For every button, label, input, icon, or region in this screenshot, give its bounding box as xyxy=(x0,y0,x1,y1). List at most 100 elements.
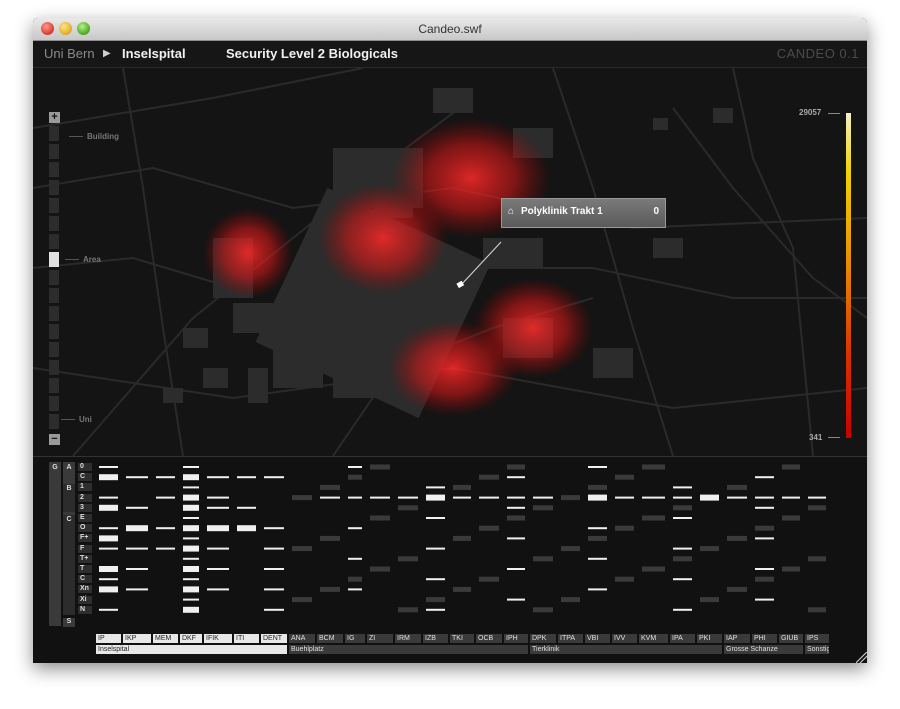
matrix-cell[interactable] xyxy=(426,547,445,550)
matrix-cell[interactable] xyxy=(479,496,499,499)
matrix-cell[interactable] xyxy=(348,557,362,560)
matrix-cell[interactable] xyxy=(370,566,390,572)
matrix-cell[interactable] xyxy=(479,474,499,480)
matrix-cell[interactable] xyxy=(727,535,747,541)
matrix-cell[interactable] xyxy=(727,484,747,490)
department-tab[interactable]: IPA xyxy=(670,634,695,643)
matrix-cell[interactable] xyxy=(755,525,774,531)
matrix-cell[interactable] xyxy=(183,566,199,572)
matrix-cell[interactable] xyxy=(320,535,340,541)
site-tab[interactable]: Inselspital xyxy=(96,645,287,654)
zoom-out-button[interactable]: − xyxy=(49,434,60,445)
matrix-cell[interactable] xyxy=(755,496,774,499)
matrix-cell[interactable] xyxy=(588,588,607,591)
matrix-cell[interactable] xyxy=(808,607,826,613)
matrix-cell[interactable] xyxy=(320,484,340,490)
department-tab[interactable]: ITI xyxy=(234,634,259,643)
matrix-cell[interactable] xyxy=(348,466,362,468)
matrix-cell[interactable] xyxy=(479,576,499,582)
matrix-cell[interactable] xyxy=(99,586,118,593)
matrix-cell[interactable] xyxy=(99,527,118,530)
matrix-cell[interactable] xyxy=(755,568,774,570)
department-tab[interactable]: IKP xyxy=(123,634,151,643)
matrix-cell[interactable] xyxy=(99,504,118,511)
matrix-cell[interactable] xyxy=(207,588,229,591)
matrix-cell[interactable] xyxy=(426,608,445,611)
zoom-step-current[interactable] xyxy=(49,252,59,267)
matrix-cell[interactable] xyxy=(183,545,199,552)
matrix-cell[interactable] xyxy=(183,586,199,593)
matrix-cell[interactable] xyxy=(533,505,553,511)
matrix-cell[interactable] xyxy=(479,525,499,531)
matrix-cell[interactable] xyxy=(207,496,229,499)
matrix-cell[interactable] xyxy=(264,527,284,530)
matrix-cell[interactable] xyxy=(755,537,774,540)
matrix-cell[interactable] xyxy=(453,484,471,490)
matrix-cell[interactable] xyxy=(588,527,607,530)
zoom-in-button[interactable]: + xyxy=(49,112,60,123)
matrix-cell[interactable] xyxy=(348,527,362,530)
matrix-cell[interactable] xyxy=(782,515,800,521)
matrix-cell[interactable] xyxy=(99,566,118,572)
matrix-cell[interactable] xyxy=(673,578,692,581)
matrix-cell[interactable] xyxy=(99,578,118,581)
department-tab[interactable]: ANA xyxy=(289,634,315,643)
zoom-step[interactable] xyxy=(49,162,59,177)
matrix-cell[interactable] xyxy=(673,608,692,611)
matrix-cell[interactable] xyxy=(264,547,284,550)
matrix-cell[interactable] xyxy=(156,496,175,499)
matrix-cell[interactable] xyxy=(99,474,118,481)
department-tab[interactable]: IVV xyxy=(612,634,637,643)
zoom-step[interactable] xyxy=(49,324,59,339)
department-tab[interactable]: IPS xyxy=(805,634,829,643)
matrix-cell[interactable] xyxy=(156,547,175,550)
matrix-cell[interactable] xyxy=(183,504,199,511)
matrix-cell[interactable] xyxy=(755,476,774,479)
department-tab[interactable]: VBI xyxy=(585,634,610,643)
matrix-cell[interactable] xyxy=(207,547,229,550)
department-tab[interactable]: IFIK xyxy=(204,634,232,643)
zoom-step[interactable] xyxy=(49,342,59,357)
matrix-cell[interactable] xyxy=(183,606,199,613)
department-tab[interactable]: IPH xyxy=(504,634,528,643)
matrix-cell[interactable] xyxy=(183,537,199,540)
matrix-cell[interactable] xyxy=(183,517,199,519)
department-tab[interactable]: IP xyxy=(96,634,121,643)
matrix-cell[interactable] xyxy=(292,597,312,603)
matrix-cell[interactable] xyxy=(348,474,362,480)
matrix-cell[interactable] xyxy=(264,476,284,479)
matrix-cell[interactable] xyxy=(615,474,634,480)
matrix-cell[interactable] xyxy=(507,537,525,540)
matrix-cell[interactable] xyxy=(264,588,284,591)
matrix-cell[interactable] xyxy=(398,505,418,511)
matrix-cell[interactable] xyxy=(507,568,525,570)
matrix-cell[interactable] xyxy=(370,464,390,470)
matrix-cell[interactable] xyxy=(207,568,229,570)
matrix-cell[interactable] xyxy=(561,495,580,501)
matrix-cell[interactable] xyxy=(588,557,607,560)
site-tab[interactable]: Buehlplatz xyxy=(289,645,528,654)
department-tab[interactable]: PHI xyxy=(752,634,777,643)
matrix-cell[interactable] xyxy=(642,464,665,470)
matrix-cell[interactable] xyxy=(453,535,471,541)
matrix-cell[interactable] xyxy=(426,486,445,489)
matrix-cell[interactable] xyxy=(292,495,312,501)
matrix-cell[interactable] xyxy=(755,598,774,601)
zoom-step[interactable] xyxy=(49,180,59,195)
matrix-cell[interactable] xyxy=(183,474,199,481)
matrix-cell[interactable] xyxy=(615,576,634,582)
matrix-cell[interactable] xyxy=(507,515,525,521)
matrix-cell[interactable] xyxy=(126,568,148,570)
matrix-cell[interactable] xyxy=(99,496,118,499)
matrix-cell[interactable] xyxy=(292,546,312,552)
matrix-cell[interactable] xyxy=(673,556,692,562)
department-tab[interactable]: BCM xyxy=(317,634,343,643)
matrix-cell[interactable] xyxy=(533,556,553,562)
map-canvas[interactable] xyxy=(33,68,867,456)
matrix-cell[interactable] xyxy=(673,496,692,499)
zoom-step[interactable] xyxy=(49,270,59,285)
matrix-cell[interactable] xyxy=(426,597,445,603)
matrix-cell[interactable] xyxy=(615,525,634,531)
breadcrumb-current[interactable]: Inselspital xyxy=(122,46,186,61)
department-tab[interactable]: DPK xyxy=(530,634,556,643)
